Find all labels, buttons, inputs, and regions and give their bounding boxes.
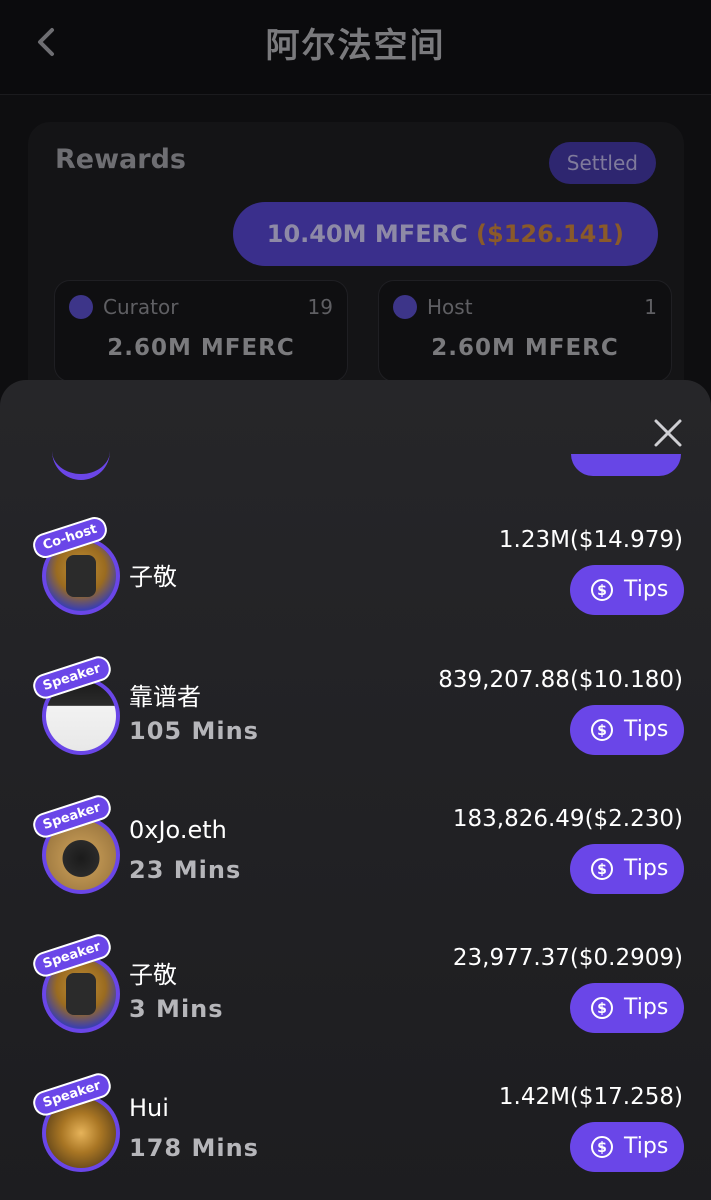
avatar[interactable]: Speaker <box>30 792 120 894</box>
host-user-icon <box>393 295 417 319</box>
reward-amount: 183,826.49($2.230) <box>452 806 683 832</box>
list-item: Speaker 靠谱者 105 Mins 839,207.88($10.180)… <box>0 653 711 775</box>
total-amount: 10.40M MFERC <box>266 220 468 248</box>
reward-amount: 839,207.88($10.180) <box>438 667 683 693</box>
close-icon[interactable] <box>653 418 683 448</box>
reward-amount: 1.23M($14.979) <box>498 527 683 553</box>
tips-label: Tips <box>624 577 669 602</box>
tips-button[interactable]: $ Tips <box>570 844 684 894</box>
host-amount: 2.60M MFERC <box>431 335 619 361</box>
reward-amount: 23,977.37($0.2909) <box>452 945 683 971</box>
scrolled-tips-button-edge <box>571 454 681 476</box>
avatar[interactable]: Speaker <box>30 1070 120 1172</box>
reward-amount: 1.42M($17.258) <box>498 1084 683 1110</box>
page-title: 阿尔法空间 <box>265 26 446 66</box>
tips-button[interactable]: $ Tips <box>570 1122 684 1172</box>
tips-button[interactable]: $ Tips <box>570 983 684 1033</box>
rewards-card: Rewards Settled 10.40M MFERC ($126.141) … <box>28 122 684 422</box>
speaking-minutes: 23 Mins <box>129 856 242 884</box>
curator-count: 19 <box>307 295 333 319</box>
dollar-coin-icon: $ <box>591 1136 613 1158</box>
avatar[interactable]: Speaker <box>30 931 120 1033</box>
host-reward-box: Host 1 2.60M MFERC <box>378 280 672 382</box>
dollar-coin-icon: $ <box>591 997 613 1019</box>
avatar[interactable]: Co-host <box>29 513 120 615</box>
speaking-minutes: 3 Mins <box>129 995 224 1023</box>
status-badge: Settled <box>548 142 656 184</box>
svg-text:$: $ <box>597 1001 607 1017</box>
speaking-minutes: 105 Mins <box>129 717 259 745</box>
host-count: 1 <box>644 295 657 319</box>
dollar-coin-icon: $ <box>591 719 613 741</box>
tips-button[interactable]: $ Tips <box>570 705 684 755</box>
svg-text:$: $ <box>597 723 607 739</box>
curator-amount: 2.60M MFERC <box>107 335 295 361</box>
tips-label: Tips <box>624 856 669 881</box>
avatar[interactable]: Speaker <box>30 653 120 755</box>
tips-bottom-sheet: Co-host 子敬 1.23M($14.979) $ Tips Speaker… <box>0 380 711 1200</box>
svg-text:$: $ <box>597 862 607 878</box>
tips-button[interactable]: $ Tips <box>570 565 684 615</box>
user-name: 靠谱者 <box>129 683 201 711</box>
speaking-minutes: 178 Mins <box>129 1134 259 1162</box>
dollar-coin-icon: $ <box>591 858 613 880</box>
list-item: Speaker 0xJo.eth 23 Mins 183,826.49($2.2… <box>0 792 711 914</box>
svg-text:$: $ <box>597 583 607 599</box>
tips-label: Tips <box>624 995 669 1020</box>
list-item: Speaker Hui 178 Mins 1.42M($17.258) $ Ti… <box>0 1070 711 1192</box>
user-name: 子敬 <box>129 563 177 591</box>
curator-reward-box: Curator 19 2.60M MFERC <box>54 280 348 382</box>
app-header: 阿尔法空间 <box>0 0 711 95</box>
dollar-coin-icon: $ <box>591 579 613 601</box>
user-name: Hui <box>129 1094 169 1122</box>
scrolled-avatar-edge <box>52 440 110 480</box>
user-name: 子敬 <box>129 961 177 989</box>
total-rewards-pill: 10.40M MFERC ($126.141) <box>232 202 658 266</box>
curator-icon <box>69 295 93 319</box>
curator-label: Curator <box>103 295 179 319</box>
user-name: 0xJo.eth <box>129 816 227 844</box>
total-usd: ($126.141) <box>476 220 624 248</box>
svg-text:$: $ <box>597 1140 607 1156</box>
list-item: Speaker 子敬 3 Mins 23,977.37($0.2909) $ T… <box>0 931 711 1053</box>
rewards-title: Rewards <box>55 144 186 175</box>
list-item: Co-host 子敬 1.23M($14.979) $ Tips <box>0 513 711 635</box>
host-label: Host <box>427 295 473 319</box>
tips-label: Tips <box>624 717 669 742</box>
tips-label: Tips <box>624 1134 669 1159</box>
